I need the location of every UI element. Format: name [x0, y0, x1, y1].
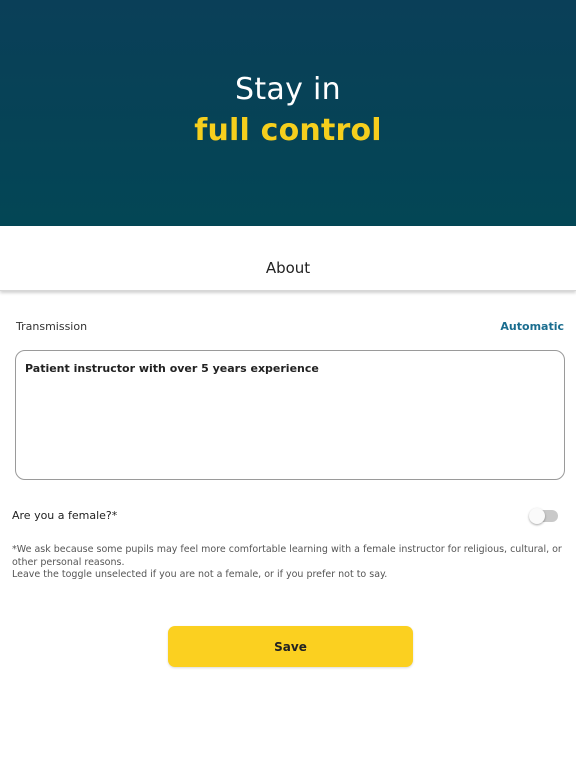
- hero-title-line1: Stay in: [235, 72, 341, 107]
- hero-banner: Stay in full control: [0, 0, 576, 226]
- transmission-label: Transmission: [16, 320, 88, 333]
- page-header: About: [0, 226, 576, 291]
- female-question-label: Are you a female?*: [12, 509, 118, 522]
- transmission-value[interactable]: Automatic: [500, 320, 564, 333]
- toggle-knob: [529, 508, 545, 524]
- hero-title-line2: full control: [194, 113, 382, 148]
- female-note-line1: *We ask because some pupils may feel mor…: [12, 544, 562, 568]
- female-note: *We ask because some pupils may feel mor…: [12, 544, 566, 582]
- female-toggle[interactable]: [529, 508, 558, 524]
- female-note-line2: Leave the toggle unselected if you are n…: [12, 569, 388, 580]
- bio-text: Patient instructor with over 5 years exp…: [25, 362, 319, 375]
- transmission-row[interactable]: Transmission Automatic: [16, 320, 564, 336]
- save-button[interactable]: Save: [168, 626, 413, 667]
- page-title: About: [265, 259, 311, 277]
- bio-textarea[interactable]: Patient instructor with over 5 years exp…: [15, 350, 565, 480]
